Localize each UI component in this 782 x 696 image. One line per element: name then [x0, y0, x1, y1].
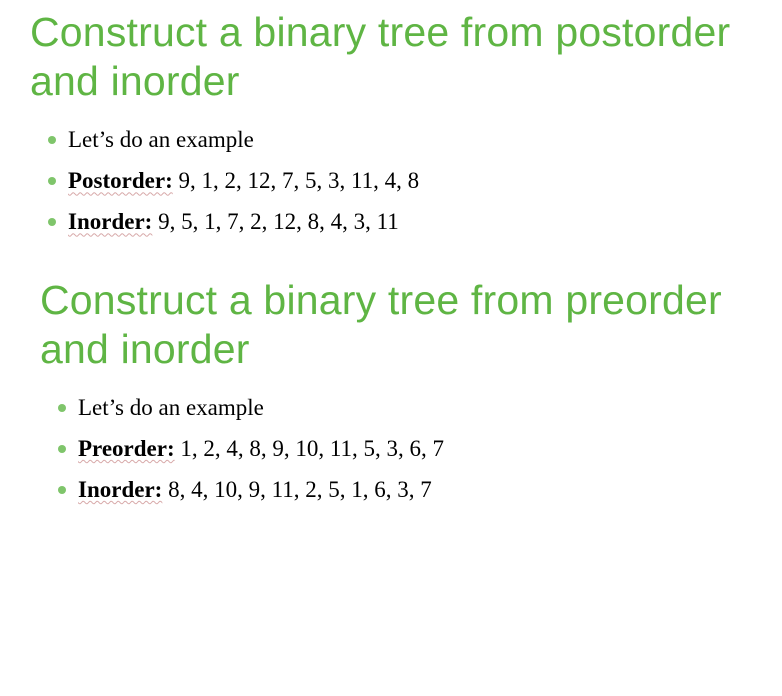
section-title: Construct a binary tree from preorder an… [40, 276, 752, 374]
list-item: Let’s do an example [48, 124, 752, 155]
list-item: Preorder: 1, 2, 4, 8, 9, 10, 11, 5, 3, 6… [58, 433, 752, 464]
item-text: Let’s do an example [78, 395, 264, 420]
item-text: 1, 2, 4, 8, 9, 10, 11, 5, 3, 6, 7 [175, 436, 444, 461]
item-label: Inorder: [78, 477, 162, 502]
item-text: 9, 5, 1, 7, 2, 12, 8, 4, 3, 11 [152, 209, 398, 234]
list-item: Inorder: 9, 5, 1, 7, 2, 12, 8, 4, 3, 11 [48, 206, 752, 237]
list-item: Postorder: 9, 1, 2, 12, 7, 5, 3, 11, 4, … [48, 165, 752, 196]
item-label: Inorder: [68, 209, 152, 234]
section-title: Construct a binary tree from postorder a… [30, 8, 752, 106]
list-item: Inorder: 8, 4, 10, 9, 11, 2, 5, 1, 6, 3,… [58, 474, 752, 505]
item-text: 8, 4, 10, 9, 11, 2, 5, 1, 6, 3, 7 [162, 477, 431, 502]
item-label: Preorder: [78, 436, 175, 461]
item-text: Let’s do an example [68, 127, 254, 152]
item-text: 9, 1, 2, 12, 7, 5, 3, 11, 4, 8 [173, 168, 419, 193]
bullet-list: Let’s do an example Postorder: 9, 1, 2, … [30, 124, 752, 237]
item-label: Postorder: [68, 168, 173, 193]
section-postorder-inorder: Construct a binary tree from postorder a… [0, 0, 782, 268]
section-preorder-inorder: Construct a binary tree from preorder an… [0, 268, 782, 536]
list-item: Let’s do an example [58, 392, 752, 423]
bullet-list: Let’s do an example Preorder: 1, 2, 4, 8… [40, 392, 752, 505]
